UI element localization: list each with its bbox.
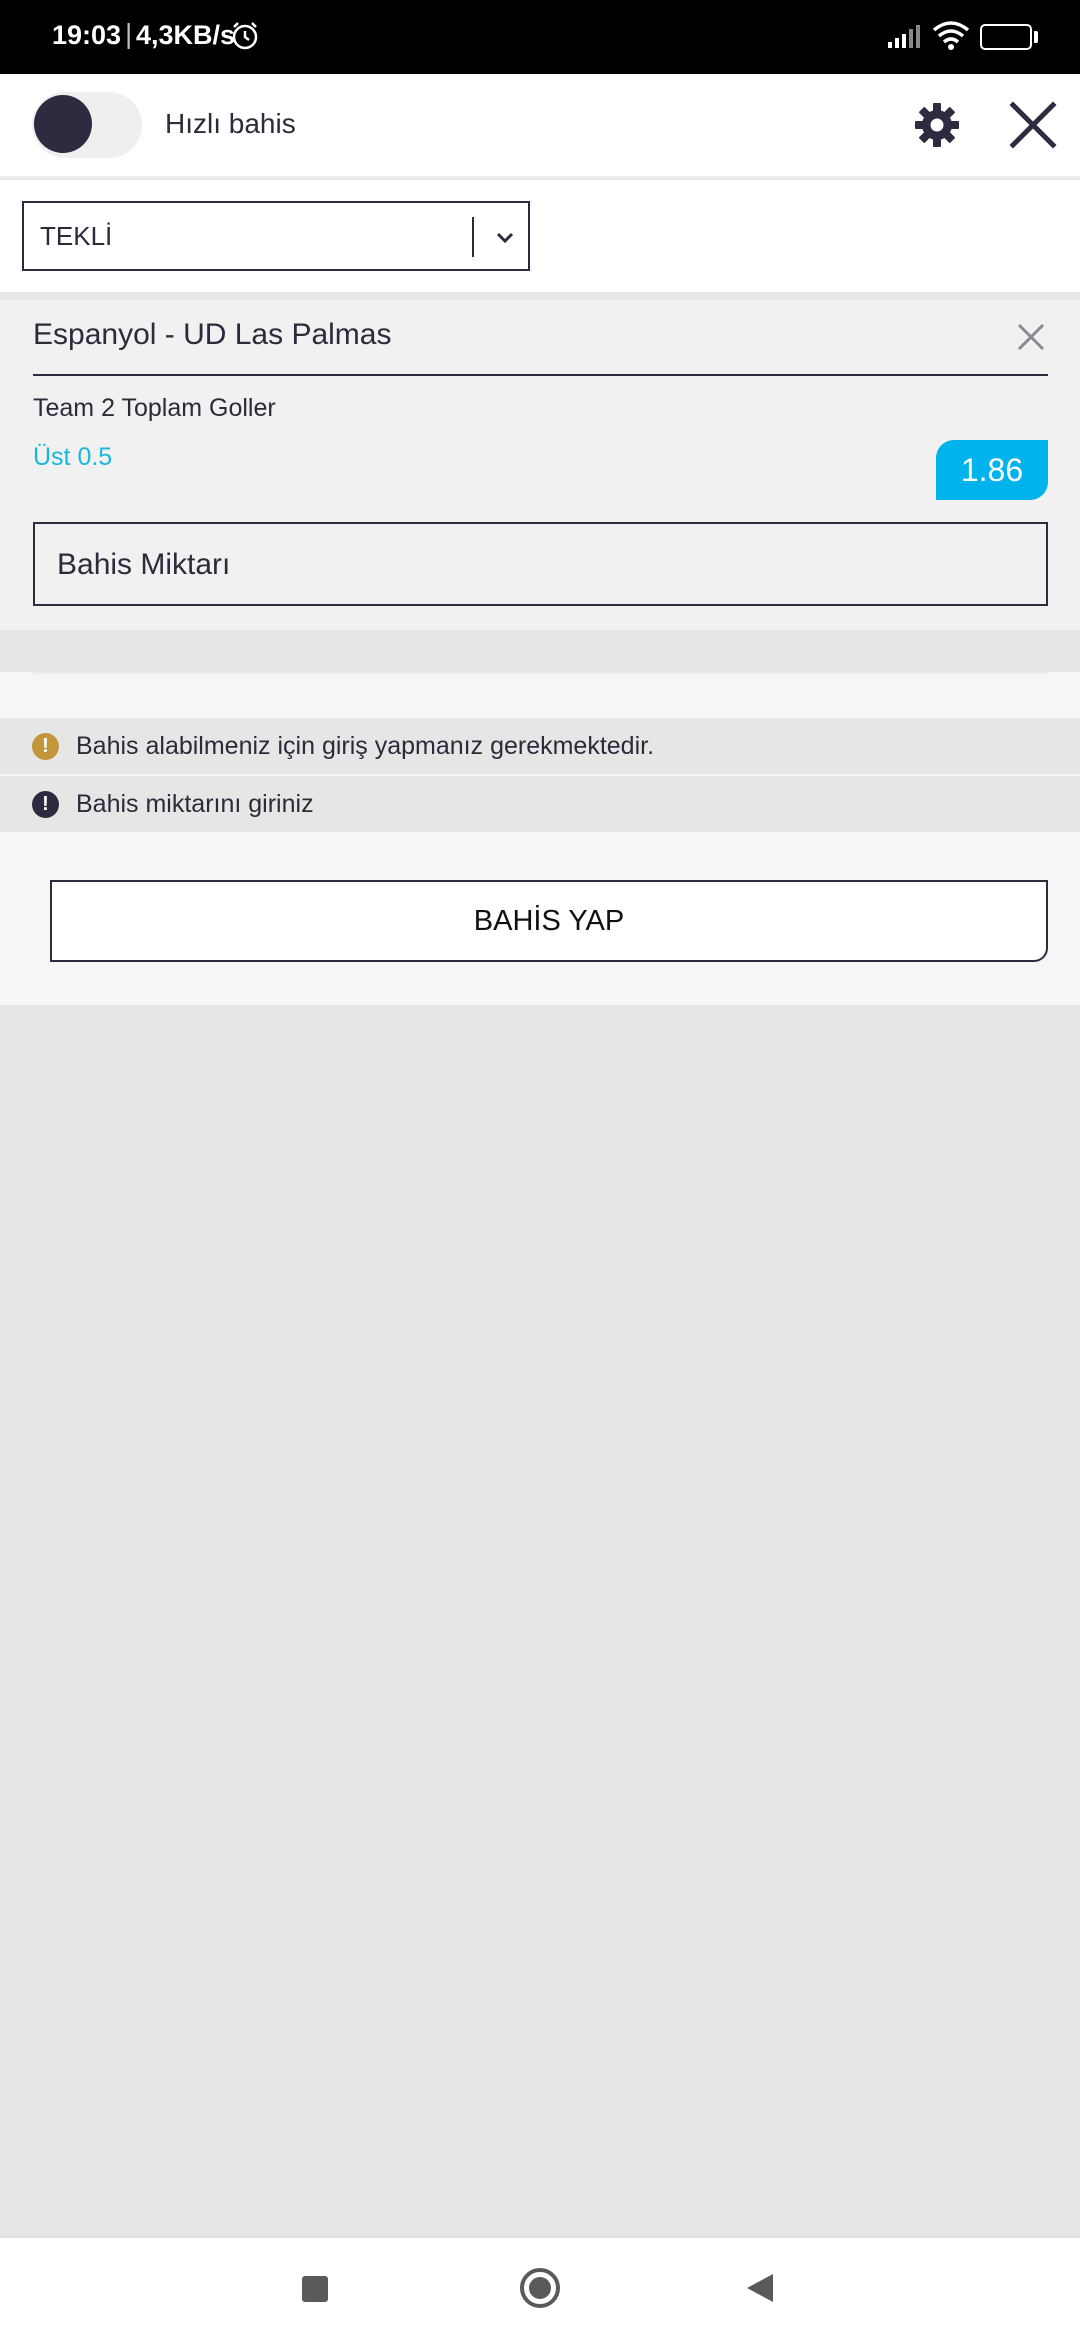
navigation-bar (0, 2236, 1080, 2340)
place-bet-button[interactable]: BAHİS YAP (50, 880, 1048, 962)
remove-selection-icon[interactable] (1014, 320, 1048, 354)
quick-bet-label: Hızlı bahis (165, 108, 296, 139)
quick-bet-toggle[interactable] (32, 92, 142, 158)
chevron-down-icon (496, 232, 514, 244)
select-divider (472, 217, 474, 257)
battery-nub (1034, 31, 1038, 43)
divider-strip (0, 292, 1080, 300)
market-name: Team 2 Toplam Goller (33, 394, 276, 422)
status-bar: 19:03 | 4,3KB/s 64 (0, 0, 1080, 74)
toggle-knob (34, 95, 92, 153)
bet-type-value: TEKLİ (40, 221, 113, 251)
warning-icon: ! (32, 733, 59, 760)
status-time: 19:03 (52, 20, 122, 50)
bet-type-select[interactable]: TEKLİ (22, 201, 530, 271)
back-icon[interactable] (745, 2272, 775, 2304)
message-text: Bahis miktarını giriniz (76, 790, 314, 818)
selection-pick: Üst 0.5 (33, 443, 113, 471)
message-text: Bahis alabilmeniz için giriş yapmanız ge… (76, 732, 655, 760)
wifi-icon (932, 21, 970, 50)
signal-icon (888, 25, 920, 48)
alarm-icon (232, 22, 258, 50)
stake-placeholder: Bahis Miktarı (57, 548, 231, 581)
gear-icon[interactable] (912, 100, 962, 150)
home-icon-inner (529, 2277, 551, 2299)
bet-selection-card: Espanyol - UD Las Palmas Team 2 Toplam G… (0, 300, 1080, 630)
match-title: Espanyol - UD Las Palmas (33, 318, 392, 351)
recent-apps-icon[interactable] (302, 2276, 328, 2302)
battery-icon: 64 (980, 24, 1032, 50)
network-speed: 4,3KB/s (136, 20, 236, 50)
close-icon[interactable] (1008, 100, 1058, 150)
separator-band (0, 630, 1080, 672)
error-icon: ! (32, 791, 59, 818)
odds-badge: 1.86 (936, 440, 1048, 500)
card-divider (33, 374, 1048, 376)
footer-divider (33, 672, 1048, 674)
login-warning-message: ! Bahis alabilmeniz için giriş yapmanız … (0, 718, 1080, 774)
bet-type-row: TEKLİ (0, 180, 1080, 292)
status-separator: | (125, 18, 133, 49)
home-icon[interactable] (520, 2268, 560, 2308)
betslip-header: Hızlı bahis (0, 74, 1080, 178)
stake-input[interactable]: Bahis Miktarı (33, 522, 1048, 606)
stake-error-message: ! Bahis miktarını giriniz (0, 776, 1080, 832)
betslip-footer: ! Bahis alabilmeniz için giriş yapmanız … (0, 672, 1080, 1005)
battery-level: 64 (995, 27, 1017, 47)
